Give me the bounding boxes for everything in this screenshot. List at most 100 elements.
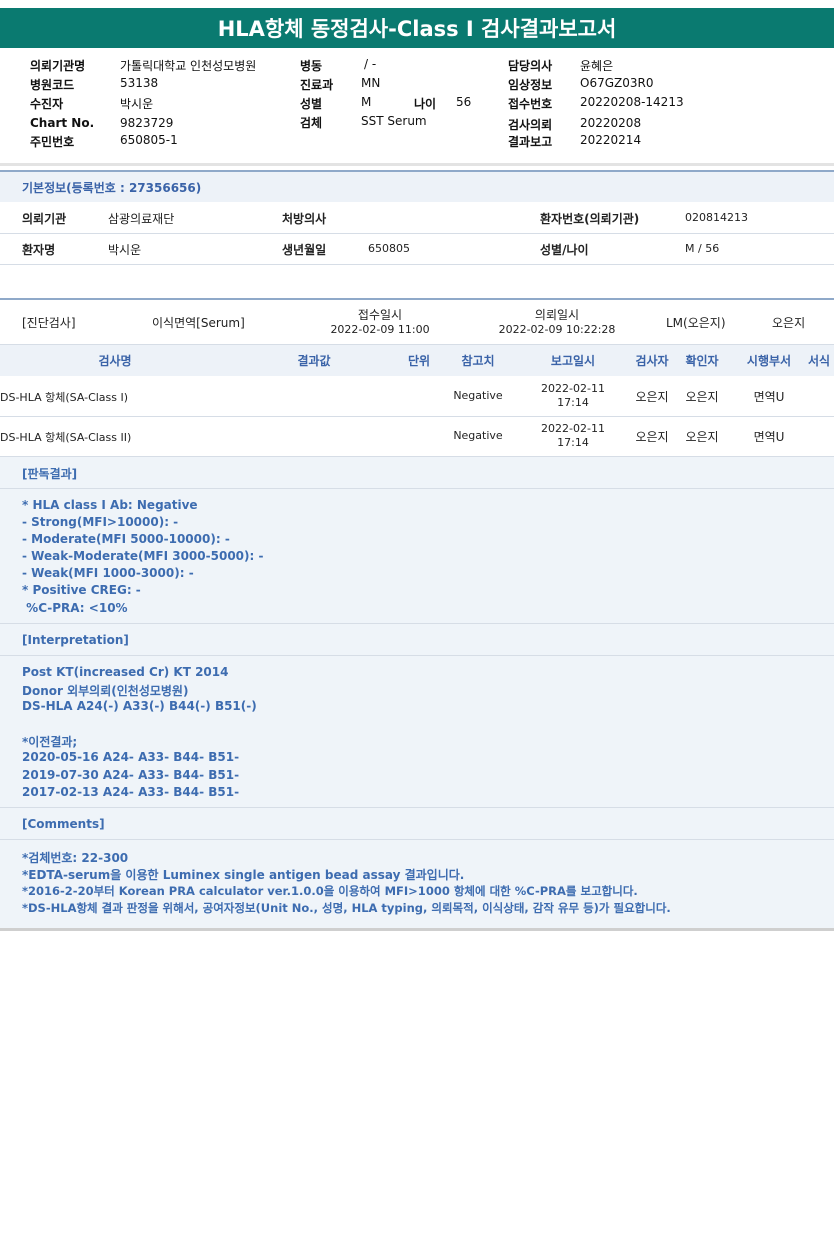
lm-name: LM(오은지) [666,316,726,330]
interpretation-line: DS-HLA A24(-) A33(-) B44(-) B51(-) [22,699,257,713]
header-value: / - [364,57,377,71]
header-label: 검체 [300,116,323,130]
comment-line: *2016-2-20부터 Korean PRA calculator ver.1… [22,884,638,898]
col-result: 결과값 [297,354,331,368]
patient-name-label: 환자명 [22,243,56,257]
header-value: 20220208-14213 [580,95,684,109]
comment-line: *EDTA-serum을 이용한 Luminex single antigen … [22,868,465,882]
report-title: HLA항체 동정검사-Class I 검사결과보고서 [0,8,834,48]
judgement-line: - Moderate(MFI 5000-10000): - [22,532,230,546]
footer-divider [0,928,834,931]
row-confirmer: 오은지 [685,390,719,404]
row-test-name: DS-HLA 항체(SA-Class I) [0,391,129,404]
header-value: SST Serum [361,114,427,128]
row-confirmer: 오은지 [685,430,719,444]
interpretation-line: *이전결과; [22,735,78,749]
judgement-line: %C-PRA: <10% [22,601,128,615]
patient-name-value: 박시운 [108,243,142,257]
header-label: 담당의사 [508,59,553,73]
row-tester: 오은지 [635,390,669,404]
interpretation-line: 2017-02-13 A24- A33- B44- B51- [22,785,240,799]
sex-age-label: 성별/나이 [540,243,589,257]
header-label: 의뢰기관명 [30,59,86,73]
header-value: M [361,95,372,109]
patient-id-value: 020814213 [685,211,748,224]
comment-line: *DS-HLA항체 결과 판정을 위해서, 공여자정보(Unit No., 성명… [22,901,671,915]
interpretation-line: 2020-05-16 A24- A33- B44- B51- [22,750,240,764]
header-label: 결과보고 [508,135,553,149]
col-dept: 시행부서 [746,354,792,368]
comments-title: [Comments] [22,817,105,831]
row-ref: Negative [453,429,503,442]
header-label: 접수번호 [508,97,553,111]
col-form: 서식 [808,354,831,368]
interpretation-line: Post KT(increased Cr) KT 2014 [22,665,229,679]
exam-info-top-border [0,298,834,300]
header-value: 가톨릭대학교 인천성모병원 [120,59,257,73]
header-value: MN [361,76,381,90]
row-report-date: 2022-02-11 [541,422,605,435]
col-report: 보고일시 [550,354,596,368]
header-value: O67GZ03R0 [580,76,654,90]
patient-id-label: 환자번호(의뢰기관) [540,212,640,226]
judgement-line: * Positive CREG: - [22,583,141,597]
header-label: 나이 [414,97,437,111]
row-divider [0,488,834,489]
basic-info-title: 기본정보(등록번호 : 27356656) [22,181,202,195]
col-confirmer: 확인자 [685,354,719,368]
interpretation-line: Donor 외부의뢰(인천성모병원) [22,684,189,698]
header-label: 병원코드 [30,78,75,92]
col-name: 검사명 [98,354,132,368]
row-dept: 면역U [753,390,785,404]
header-label: Chart No. [30,116,95,130]
received-value: 2022-02-09 11:00 [330,323,430,336]
person-name: 오은지 [772,316,806,330]
header-value: 윤혜은 [580,59,614,73]
received-label: 접수일시 [357,308,403,322]
judgement-line: * HLA class I Ab: Negative [22,498,198,512]
row-report-time: 17:14 [557,436,589,449]
row-divider [0,655,834,656]
row-dept: 면역U [753,430,785,444]
sex-age-value: M / 56 [685,242,720,255]
exam-category: [진단검사] [22,316,76,330]
institution-value: 삼광의료재단 [108,212,175,226]
requested-value: 2022-02-09 10:22:28 [498,323,616,336]
judgement-line: - Weak-Moderate(MFI 3000-5000): - [22,549,264,563]
col-unit: 단위 [407,354,431,368]
header-value: 20220214 [580,133,642,147]
header-label: 성별 [300,97,323,111]
header-label: 검사의뢰 [508,118,553,132]
birthdate-value: 650805 [368,242,410,255]
judgement-line: - Weak(MFI 1000-3000): - [22,566,194,580]
row-ref: Negative [453,389,503,402]
birthdate-label: 생년월일 [282,243,327,257]
header-value: 650805-1 [120,133,178,147]
row-tester: 오은지 [635,430,669,444]
row-report-time: 17:14 [557,396,589,409]
institution-label: 의뢰기관 [22,212,67,226]
row-divider [0,416,834,417]
header-value: 20220208 [580,116,642,130]
row-divider [0,264,834,265]
row-divider [0,839,834,840]
col-ref: 참고치 [461,354,495,368]
judgement-title: [판독결과] [22,467,78,481]
row-divider [0,623,834,624]
header-label: 진료과 [300,78,334,92]
header-label: 임상정보 [508,78,553,92]
row-divider [0,807,834,808]
header-value: 9823729 [120,116,174,130]
doctor-label: 처방의사 [282,212,327,226]
row-report-date: 2022-02-11 [541,382,605,395]
header-label: 병동 [300,59,323,73]
col-tester: 검사자 [635,354,669,368]
interpretation-line: 2019-07-30 A24- A33- B44- B51- [22,768,240,782]
row-divider [0,233,834,234]
comment-line: *검체번호: 22-300 [22,851,129,865]
header-label: 주민번호 [30,135,75,149]
header-divider [0,163,834,166]
header-value: 박시운 [120,97,154,111]
header-value: 53138 [120,76,159,90]
judgement-line: - Strong(MFI>10000): - [22,515,179,529]
